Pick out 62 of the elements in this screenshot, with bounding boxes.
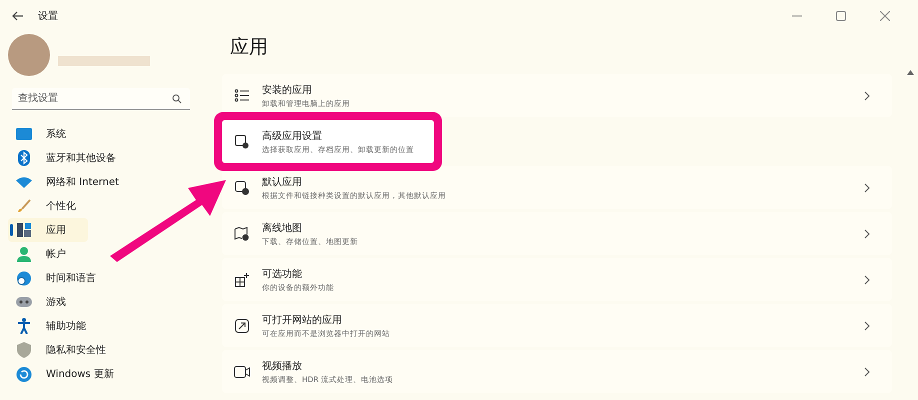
- globe-clock-icon: [16, 270, 32, 286]
- bluetooth-icon: [16, 150, 32, 166]
- card-title: 视频播放: [262, 360, 303, 372]
- update-icon: [16, 366, 32, 382]
- app-gear-icon: [234, 134, 250, 148]
- wifi-icon: [16, 176, 32, 188]
- map-icon: [234, 226, 250, 240]
- nav-label: 个性化: [46, 200, 76, 213]
- monitor-icon: [16, 128, 32, 140]
- card-title: 高级应用设置: [262, 130, 323, 142]
- window-title: 设置: [38, 10, 58, 23]
- nav-item[interactable]: 系统: [8, 122, 74, 146]
- nav-item[interactable]: 个性化: [8, 194, 84, 218]
- card-title: 安装的应用: [262, 84, 313, 96]
- search-field[interactable]: 查找设置: [12, 88, 190, 110]
- nav-item[interactable]: 网络和 Internet: [8, 170, 127, 194]
- page-title: 应用: [230, 35, 269, 60]
- search-icon: [172, 94, 182, 104]
- nav-item[interactable]: 隐私和安全性: [8, 338, 114, 362]
- shield-icon: [16, 342, 32, 358]
- back-icon[interactable]: [12, 11, 24, 21]
- card-title: 可打开网站的应用: [262, 314, 343, 326]
- chevron-right-icon: [864, 366, 870, 376]
- scroll-up-icon[interactable]: [906, 70, 914, 75]
- nav-item[interactable]: 应用: [8, 218, 88, 242]
- person-icon: [16, 246, 32, 262]
- chevron-right-icon: [864, 182, 870, 192]
- video-camera-icon: [234, 366, 250, 378]
- nav-item[interactable]: 时间和语言: [8, 266, 104, 290]
- brush-icon: [16, 199, 32, 213]
- nav-label: 帐户: [46, 248, 66, 261]
- grid-plus-icon: [234, 272, 250, 286]
- app-check-icon: [234, 180, 250, 194]
- accessibility-icon: [16, 318, 32, 334]
- apps-icon: [16, 223, 32, 237]
- card-title: 默认应用: [262, 176, 303, 188]
- gamepad-icon: [16, 297, 32, 307]
- nav-label: 应用: [46, 224, 66, 237]
- nav-label: Windows 更新: [46, 368, 114, 381]
- nav-item[interactable]: Windows 更新: [8, 362, 122, 386]
- nav-label: 系统: [46, 128, 66, 141]
- chevron-right-icon: [864, 320, 870, 330]
- maximize-icon[interactable]: [836, 11, 846, 21]
- nav-label: 辅助功能: [46, 320, 86, 333]
- nav-label: 隐私和安全性: [46, 344, 106, 357]
- nav-label: 时间和语言: [46, 272, 96, 285]
- nav-item[interactable]: 帐户: [8, 242, 74, 266]
- close-icon[interactable]: [880, 11, 890, 21]
- chevron-right-icon: [864, 90, 870, 100]
- avatar: [8, 34, 50, 76]
- open-link-icon: [234, 318, 250, 332]
- nav-item[interactable]: 游戏: [8, 290, 74, 314]
- nav-label: 网络和 Internet: [46, 176, 119, 189]
- card-title: 可选功能: [262, 268, 303, 280]
- nav-item[interactable]: 蓝牙和其他设备: [8, 146, 124, 170]
- nav-label: 蓝牙和其他设备: [46, 152, 116, 165]
- list-icon: [234, 89, 250, 102]
- card-title: 离线地图: [262, 222, 303, 234]
- chevron-right-icon: [864, 228, 870, 238]
- nav-label: 游戏: [46, 296, 66, 309]
- nav-item[interactable]: 辅助功能: [8, 314, 94, 338]
- chevron-right-icon: [864, 274, 870, 284]
